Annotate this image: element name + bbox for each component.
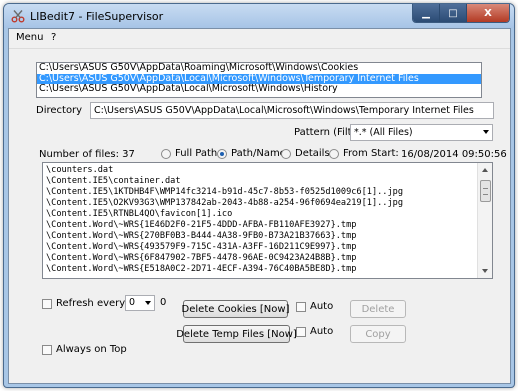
file-count-label: Number of files: 37 (39, 149, 135, 160)
radio-path-name[interactable]: Path/Name (217, 148, 286, 159)
filter-dropdown[interactable]: *.* (All Files) (350, 124, 493, 141)
checkbox-box (42, 298, 52, 309)
directory-label: Directory (36, 105, 83, 116)
close-button[interactable]: X (466, 4, 509, 22)
chevron-down-icon (483, 130, 489, 134)
filter-value: *.* (All Files) (354, 127, 413, 138)
always-on-top-checkbox[interactable]: Always on Top (42, 344, 127, 355)
radio-details[interactable]: Details (281, 148, 330, 159)
file-row[interactable]: \Content.Word\~WRS{493579F9-715C-431A-A3… (46, 242, 403, 253)
menu-item-help[interactable]: ? (51, 32, 56, 43)
copy-button[interactable]: Copy (350, 325, 406, 343)
checkbox-box (42, 344, 52, 355)
minimize-button[interactable]: ▁ (413, 4, 439, 22)
chevron-down-icon (145, 301, 151, 305)
refresh-interval-select[interactable]: 0 (125, 295, 155, 311)
always-on-top-label: Always on Top (56, 344, 127, 355)
maximize-button[interactable]: □ (439, 4, 466, 22)
scroll-up-icon[interactable] (482, 168, 488, 172)
file-row[interactable]: \Content.Word\~WRS{E518A0C2-2D71-4ECF-A3… (46, 264, 403, 275)
checkbox-box (296, 301, 306, 312)
refresh-checkbox[interactable]: Refresh every (42, 298, 125, 309)
file-lines: \counters.dat \Content.IE5\container.dat \… (46, 165, 403, 275)
radio-dot (161, 148, 171, 159)
refresh-interval-value: 0 (129, 297, 136, 308)
radio-path-name-label: Path/Name (231, 148, 286, 159)
directory-field[interactable]: C:\Users\ASUS G50V\AppData\Local\Microso… (90, 102, 494, 119)
file-row[interactable]: \Content.Word\~WRS{6F847902-7BF5-4478-96… (46, 253, 403, 264)
title-bar[interactable]: LIBedit7 - FileSupervisor ▁ □ X (4, 4, 514, 28)
path-listbox[interactable]: C:\Users\ASUS G50V\AppData\Roaming\Micro… (36, 62, 482, 98)
radio-details-label: Details (295, 148, 330, 159)
radio-from-start[interactable]: From Start: (329, 148, 399, 159)
scissors-icon (11, 10, 25, 23)
radio-dot-selected (217, 148, 227, 159)
path-item-history[interactable]: C:\Users\ASUS G50V\AppData\Local\Microso… (37, 84, 481, 95)
file-row[interactable]: \Content.IE5\1KTDHB4F\WMP14fc3214-b91d-4… (46, 187, 403, 198)
auto-label: Auto (310, 326, 334, 337)
file-row[interactable]: \Content.Word\~WRS{270BF0B3-B444-4A38-9F… (46, 231, 403, 242)
file-row[interactable]: \Content.IE5\RTNBL4QO\favicon[1].ico (46, 209, 403, 220)
menu-item-menu[interactable]: Menu (16, 32, 43, 43)
auto-delete-cookies-checkbox[interactable]: Auto (296, 301, 333, 312)
file-row[interactable]: \counters.dat (46, 165, 403, 176)
path-item-cookies[interactable]: C:\Users\ASUS G50V\AppData\Roaming\Micro… (37, 63, 481, 74)
delete-button[interactable]: Delete (350, 300, 406, 318)
file-list[interactable]: \counters.dat \Content.IE5\container.dat \… (42, 162, 493, 279)
app-window: LIBedit7 - FileSupervisor ▁ □ X Menu ? C… (3, 3, 515, 388)
refresh-counter: 0 (160, 297, 167, 308)
refresh-label: Refresh every (56, 298, 126, 309)
file-row[interactable]: \Content.IE5\O2KV93G3\WMP137842ab-2043-4… (46, 198, 403, 209)
file-row[interactable]: \Content.IE5\container.dat (46, 176, 403, 187)
radio-full-path[interactable]: Full Path (161, 148, 217, 159)
checkbox-box (296, 326, 306, 337)
path-item-temp-files[interactable]: C:\Users\ASUS G50V\AppData\Local\Microso… (37, 73, 481, 84)
delete-cookies-button[interactable]: Delete Cookies [Now] (182, 300, 289, 318)
menu-bar: Menu ? (9, 29, 510, 49)
start-time: 16/08/2014 09:50:56 (401, 149, 507, 160)
radio-full-path-label: Full Path (175, 148, 218, 159)
auto-delete-temp-checkbox[interactable]: Auto (296, 326, 333, 337)
file-row[interactable]: \Content.Word\~WRS{1E46D2F0-21F5-4DDD-AF… (46, 220, 403, 231)
scroll-thumb[interactable] (480, 180, 491, 202)
scroll-down-icon[interactable] (482, 269, 488, 273)
radio-dot (329, 148, 339, 159)
delete-temp-files-button[interactable]: Delete Temp Files [Now] (176, 325, 297, 343)
radio-from-start-label: From Start: (343, 148, 399, 159)
window-title: LIBedit7 - FileSupervisor (30, 10, 164, 23)
client-area: Menu ? C:\Users\ASUS G50V\AppData\Roamin… (8, 28, 511, 384)
caption-buttons: ▁ □ X (412, 4, 510, 23)
radio-dot (281, 148, 291, 159)
auto-label: Auto (310, 301, 334, 312)
vertical-scrollbar[interactable] (477, 163, 492, 278)
